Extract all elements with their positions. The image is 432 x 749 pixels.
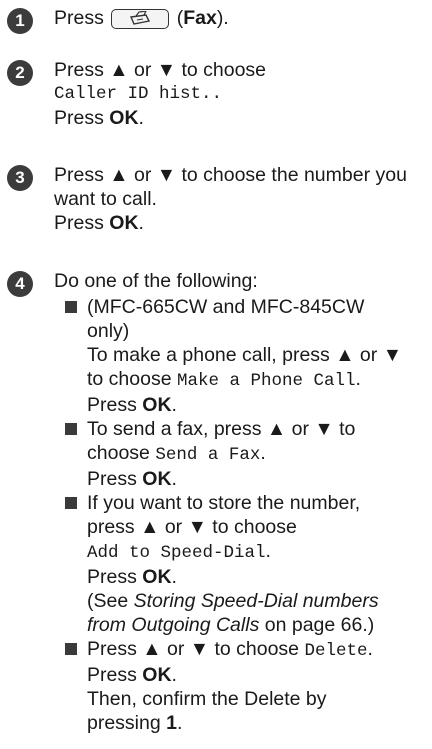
menu-option: Caller ID hist.. [54, 84, 223, 104]
step-body: Press ▲ or ▼ to choose Caller ID hist.. … [54, 58, 426, 130]
menu-option: Send a Fax [155, 445, 261, 465]
step-number: 1 [7, 8, 33, 34]
ok-key: OK [109, 212, 139, 234]
cross-reference: from Outgoing Calls [87, 614, 260, 636]
step-body: Press (Fax). [54, 7, 229, 29]
bullet-icon [65, 643, 77, 655]
step-intro: Do one of the following: [54, 270, 258, 292]
option-phone-call: (MFC-665CW and MFC-845CW only) To make a… [63, 295, 426, 417]
ok-key: OK [142, 566, 172, 588]
option-list: (MFC-665CW and MFC-845CW only) To make a… [63, 295, 426, 735]
step-number: 2 [7, 60, 33, 86]
ok-key: OK [109, 107, 139, 129]
menu-option: Add to Speed-Dial [87, 543, 266, 563]
menu-option: Make a Phone Call [176, 371, 356, 391]
option-delete: Press ▲ or ▼ to choose Delete. Press OK.… [63, 637, 426, 735]
step-body: Do one of the following: (MFC-665CW and … [54, 269, 426, 735]
option-speed-dial: If you want to store the number, press ▲… [63, 491, 426, 637]
bullet-icon [65, 423, 77, 435]
bullet-icon [65, 497, 77, 509]
menu-option: Delete [304, 641, 368, 661]
step-number: 4 [7, 271, 33, 297]
step-body: Press ▲ or ▼ to choose the number you wa… [54, 164, 407, 234]
ok-key: OK [142, 394, 172, 416]
key-1: 1 [166, 712, 177, 734]
option-send-fax: To send a fax, press ▲ or ▼ to choose Se… [63, 417, 426, 491]
ok-key: OK [142, 664, 172, 686]
ok-key: OK [142, 468, 172, 490]
fax-machine-icon [130, 11, 151, 25]
step-number: 3 [7, 165, 33, 191]
bullet-icon [65, 301, 77, 313]
fax-button[interactable] [111, 9, 170, 29]
fax-label: Fax [183, 7, 217, 29]
cross-reference: Storing Speed-Dial numbers [133, 590, 379, 612]
